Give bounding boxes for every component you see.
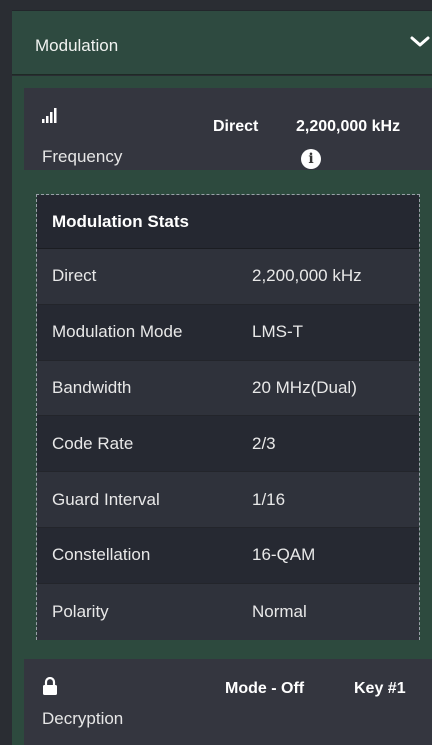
row-key: Modulation Mode (52, 322, 183, 342)
chevron-down-icon[interactable] (408, 31, 432, 53)
table-row: Bandwidth 20 MHz(Dual) (37, 360, 419, 417)
lock-icon (43, 677, 57, 695)
row-value: Normal (252, 601, 307, 621)
row-key: Guard Interval (52, 489, 160, 509)
frequency-value: 2,200,000 kHz (296, 118, 401, 135)
table-row: Modulation Mode LMS-T (37, 304, 419, 361)
modulation-panel: Direct 2,200,000 kHz Frequency i Modulat… (12, 76, 432, 745)
row-value: 2,200,000 kHz (252, 266, 362, 286)
row-key: Polarity (52, 601, 109, 621)
row-key: Bandwidth (52, 377, 132, 397)
signal-bars-icon (42, 108, 57, 123)
table-row: Direct 2,200,000 kHz (37, 249, 419, 305)
row-value: 20 MHz(Dual) (252, 377, 357, 397)
modulation-stats-table: Modulation Stats Direct 2,200,000 kHz Mo… (36, 194, 420, 640)
row-value: 16-QAM (252, 545, 316, 565)
decryption-label: Decryption (42, 709, 124, 728)
row-key: Constellation (52, 545, 151, 565)
section-title: Modulation (35, 36, 119, 55)
row-value: 1/16 (252, 489, 286, 509)
table-row: Constellation 16-QAM (37, 527, 419, 584)
table-row: Code Rate 2/3 (37, 416, 419, 473)
row-key: Direct (52, 266, 97, 286)
stats-title: Modulation Stats (37, 195, 419, 249)
decryption-card: Mode - Off Key #1 Decryption (24, 659, 432, 745)
row-key: Code Rate (52, 433, 134, 453)
info-icon[interactable]: i (301, 149, 321, 169)
frequency-label: Frequency (42, 147, 123, 166)
modulation-header[interactable]: Modulation (12, 10, 432, 75)
frequency-card: Direct 2,200,000 kHz Frequency i (24, 88, 432, 170)
frequency-mode: Direct (213, 118, 259, 135)
table-row: Guard Interval 1/16 (37, 472, 419, 528)
row-value: 2/3 (252, 433, 276, 453)
table-row: Polarity Normal (37, 583, 419, 640)
decryption-mode: Mode - Off (225, 680, 305, 697)
decryption-key: Key #1 (354, 680, 406, 697)
row-value: LMS-T (252, 322, 303, 342)
